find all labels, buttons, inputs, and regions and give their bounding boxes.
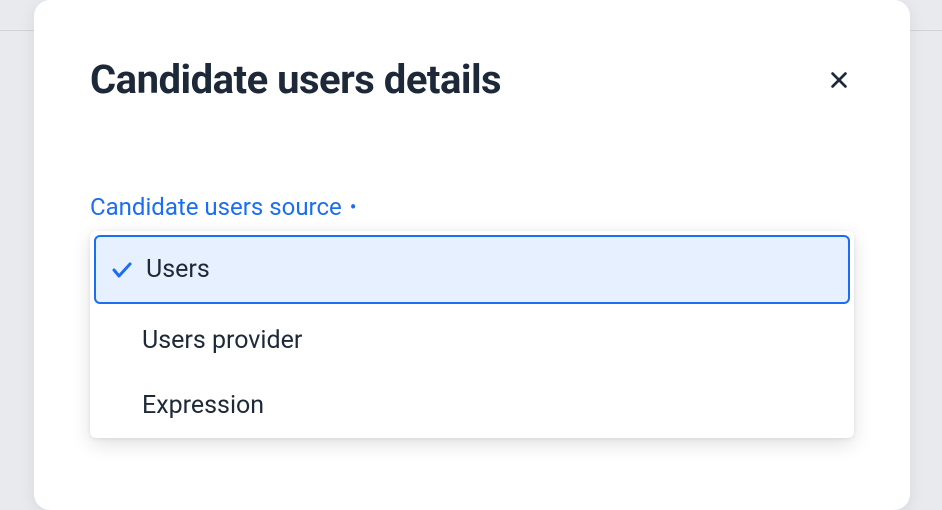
close-button[interactable] — [824, 65, 854, 95]
field-label: Candidate users source • — [90, 193, 854, 221]
dropdown-option-label: Expression — [142, 391, 264, 420]
modal-header: Candidate users details — [90, 56, 854, 103]
dropdown-option-label: Users provider — [142, 326, 302, 355]
source-dropdown[interactable]: Users Users provider Expression — [90, 231, 854, 438]
dropdown-option-label: Users — [146, 255, 210, 284]
check-icon — [110, 258, 134, 282]
dropdown-option-expression[interactable]: Expression — [90, 373, 854, 438]
close-icon — [828, 69, 850, 91]
dropdown-option-users[interactable]: Users — [94, 235, 850, 304]
required-dot: • — [350, 197, 357, 217]
candidate-users-modal: Candidate users details Candidate users … — [34, 0, 910, 510]
modal-title: Candidate users details — [90, 56, 501, 103]
dropdown-option-users-provider[interactable]: Users provider — [90, 308, 854, 373]
field-label-text: Candidate users source — [90, 193, 342, 221]
